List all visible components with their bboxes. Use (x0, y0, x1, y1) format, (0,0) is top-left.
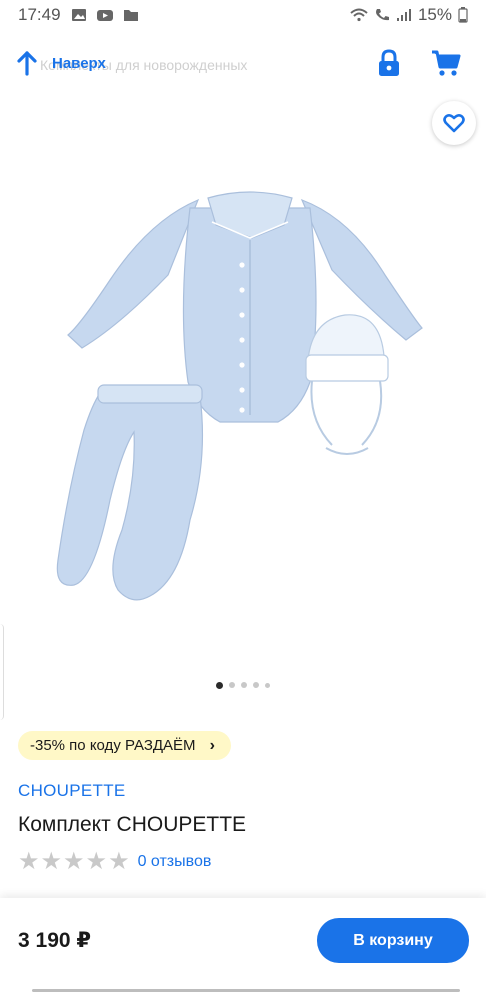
status-bar: 17:49 15% (0, 0, 486, 30)
status-time: 17:49 (18, 5, 61, 24)
brand-link[interactable]: CHOUPETTE (18, 781, 126, 801)
add-to-cart-button[interactable]: В корзину (317, 918, 469, 963)
bottom-purchase-bar: 3 190 ₽ В корзину (0, 898, 486, 1000)
image-icon (71, 9, 86, 21)
carousel-dot[interactable] (229, 682, 235, 688)
heart-icon (443, 114, 465, 133)
rating-row: ★ ★ ★ ★ ★ 0 отзывов (18, 850, 211, 874)
folder-icon (123, 10, 138, 21)
back-to-top-label: Наверх (52, 54, 106, 72)
promo-chip[interactable]: -35% по коду РАЗДАЁМ › (18, 731, 231, 760)
edge-scroll-handle[interactable] (0, 624, 4, 720)
chevron-right-icon: › (209, 736, 215, 754)
star-icon: ★ (63, 848, 85, 875)
reviews-link[interactable]: 0 отзывов (138, 853, 212, 871)
carousel-dot-active[interactable] (216, 681, 223, 689)
star-icon: ★ (18, 848, 40, 875)
signal-icon (396, 9, 411, 21)
status-left: 17:49 (18, 5, 139, 25)
favorite-button[interactable] (432, 101, 476, 145)
star-icon: ★ (85, 848, 108, 875)
call-icon (375, 9, 389, 21)
carousel-dot[interactable] (253, 682, 259, 688)
youtube-icon (96, 10, 113, 21)
star-icon: ★ (40, 848, 63, 875)
product-price: 3 190 ₽ (18, 929, 91, 952)
battery-level: 15% (417, 5, 452, 24)
top-nav: Комплекты для новорожденных Наверх (0, 40, 486, 92)
cart-header-button[interactable] (430, 48, 462, 78)
star-icon: ★ (108, 848, 130, 875)
battery-icon (458, 7, 468, 23)
wifi-icon (350, 8, 368, 22)
carousel-dot[interactable] (265, 682, 270, 688)
lock-button[interactable] (375, 48, 403, 78)
lock-icon (379, 49, 399, 76)
arrow-up-icon (17, 51, 37, 76)
gesture-nav-bar[interactable] (32, 989, 460, 992)
product-image[interactable] (40, 160, 450, 620)
hat-shape (305, 314, 389, 455)
status-right: 15% (350, 5, 468, 25)
image-carousel-dots (0, 681, 486, 689)
product-title: Комплект CHOUPETTE (18, 813, 247, 836)
rating-stars: ★ ★ ★ ★ ★ (18, 850, 130, 874)
leggings-shape (56, 384, 204, 601)
cart-icon (432, 50, 461, 76)
back-to-top-button[interactable]: Наверх (16, 50, 106, 76)
promo-text: -35% по коду РАЗДАЁМ (30, 737, 196, 754)
carousel-dot[interactable] (241, 682, 247, 688)
